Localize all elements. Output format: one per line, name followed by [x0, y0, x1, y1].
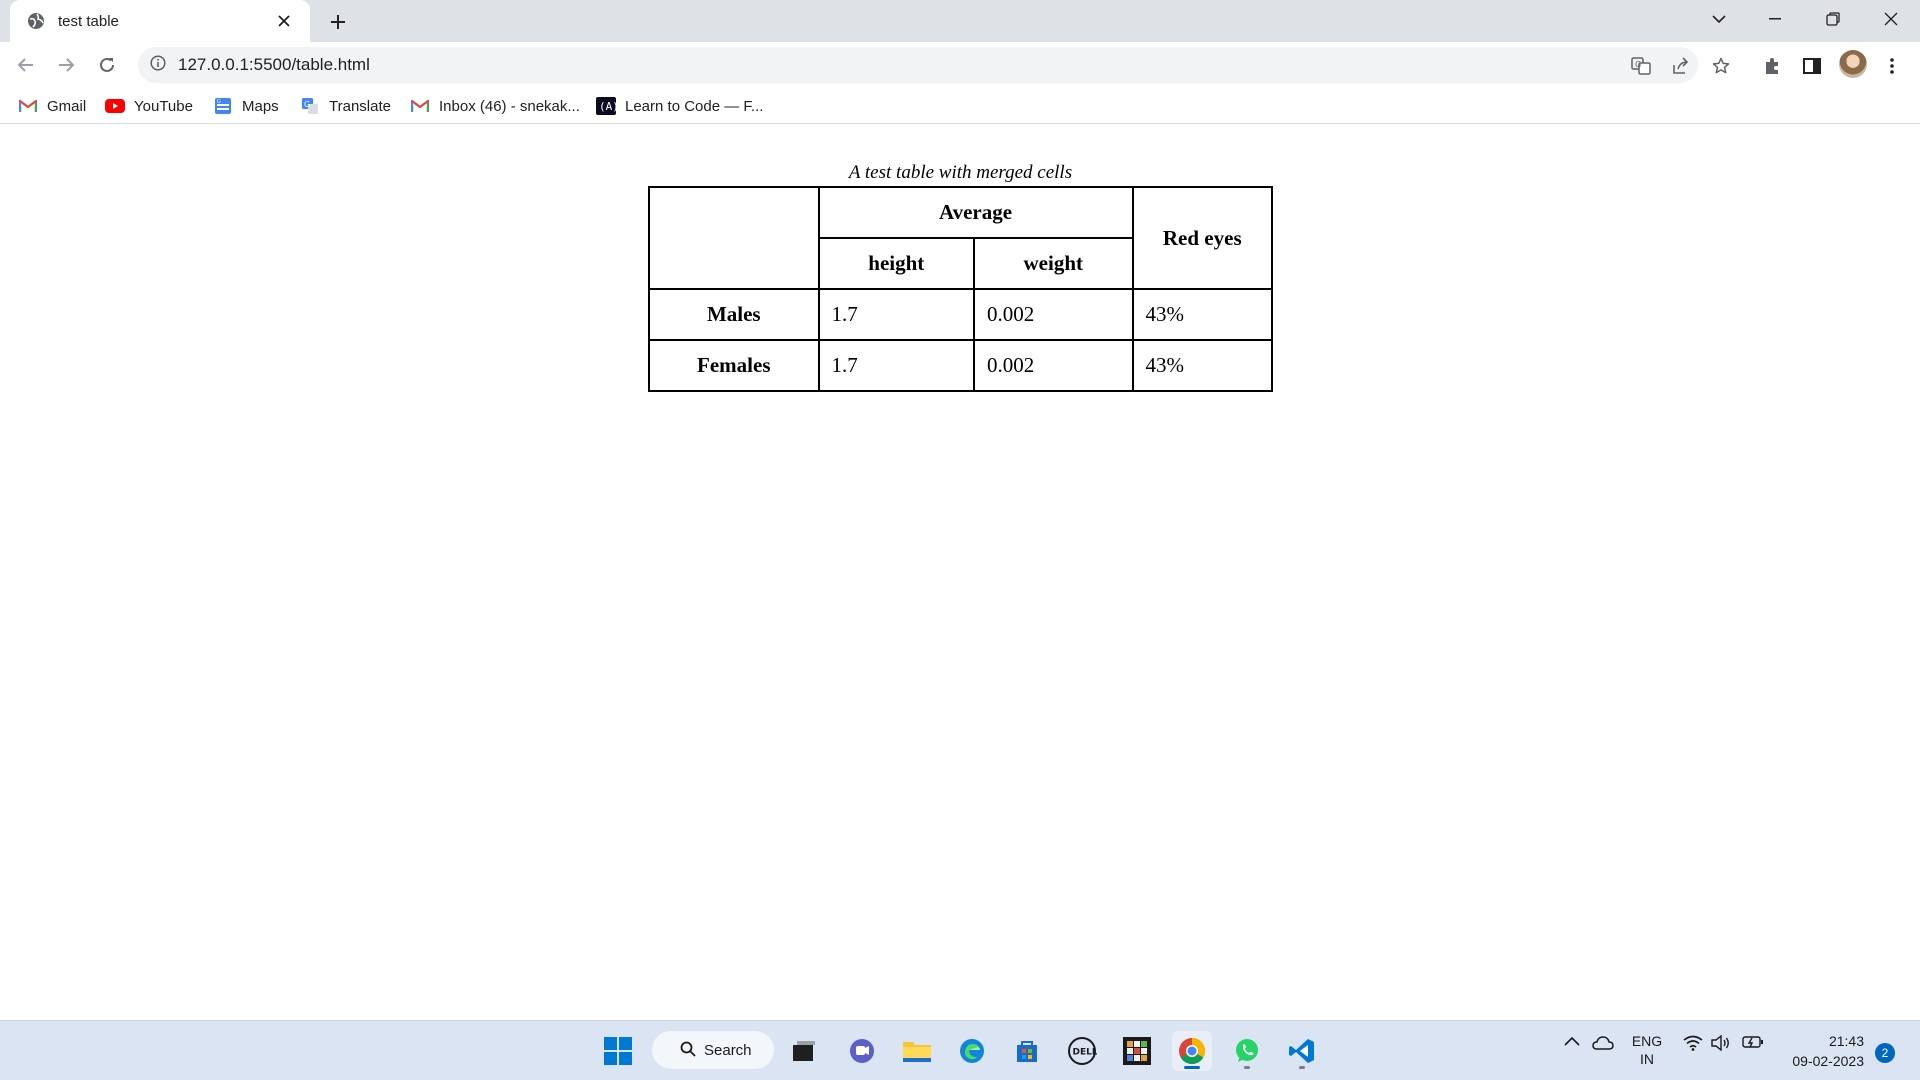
onedrive-cloud-icon[interactable]	[1592, 1035, 1614, 1051]
table-row: Females 1.7 0.002 43%	[648, 339, 1274, 392]
taskbar: Search DELL ENG IN 21:43 09-02-2023 2	[0, 1020, 1920, 1080]
row-header: Males	[648, 288, 820, 341]
translate-icon: G	[300, 97, 320, 115]
header-weight: weight	[973, 237, 1134, 290]
bookmark-star-icon[interactable]	[1710, 55, 1732, 77]
bookmark-label: Gmail	[47, 97, 87, 115]
test-table: A test table with merged cells Average R…	[648, 162, 1274, 392]
back-icon[interactable]	[10, 49, 42, 81]
svg-text:G: G	[1635, 60, 1641, 69]
language-indicator[interactable]: ENG IN	[1627, 1032, 1667, 1068]
address-bar[interactable]: 127.0.0.1:5500/table.html G	[138, 47, 1730, 83]
reload-icon[interactable]	[91, 49, 123, 81]
cell-weight: 0.002	[973, 339, 1134, 392]
bookmark-label: Inbox (46) - snekak...	[439, 97, 580, 115]
header-height: height	[817, 237, 976, 290]
chrome-icon[interactable]	[1172, 1031, 1212, 1071]
system-clock[interactable]: 21:43 09-02-2023	[1774, 1031, 1864, 1071]
bookmark-label: YouTube	[134, 97, 193, 115]
taskbar-search[interactable]: Search	[652, 1031, 774, 1069]
url-text: 127.0.0.1:5500/table.html	[178, 55, 370, 74]
table-caption: A test table with merged cells	[848, 162, 1073, 183]
cell-weight: 0.002	[973, 288, 1134, 341]
svg-text:G: G	[304, 100, 310, 109]
header-red-eyes: Red eyes	[1131, 186, 1274, 290]
row-header: Females	[648, 339, 820, 392]
task-view-icon[interactable]	[784, 1031, 824, 1071]
header-average: Average	[817, 186, 1134, 239]
share-icon[interactable]	[1670, 55, 1692, 77]
freecodecamp-icon: (A)	[596, 97, 616, 115]
profile-avatar[interactable]	[1839, 50, 1867, 78]
youtube-icon	[105, 97, 125, 115]
svg-text:(A): (A)	[599, 100, 616, 113]
menu-kebab-icon[interactable]	[1880, 54, 1904, 78]
page-content: A test table with merged cells Average R…	[0, 124, 1920, 1020]
empty-corner-cell	[648, 186, 820, 290]
gmail-icon	[18, 97, 38, 115]
battery-icon[interactable]	[1742, 1035, 1764, 1049]
windows-start-icon[interactable]	[598, 1031, 638, 1071]
forward-icon[interactable]	[50, 49, 82, 81]
teams-chat-icon[interactable]	[842, 1031, 882, 1071]
search-label: Search	[704, 1041, 752, 1059]
close-window-icon[interactable]	[1868, 0, 1914, 38]
search-icon	[680, 1041, 696, 1061]
svg-text:DELL: DELL	[1073, 1048, 1098, 1058]
gmail-icon	[410, 97, 430, 115]
bookmark-maps[interactable]: G Maps	[213, 93, 279, 119]
bookmark-gmail[interactable]: Gmail	[18, 93, 86, 119]
wifi-icon[interactable]	[1683, 1035, 1703, 1051]
show-hidden-icons-chevron-icon[interactable]	[1564, 1035, 1580, 1047]
table-row: Males 1.7 0.002 43%	[648, 288, 1274, 341]
active-app-indicator	[1184, 1066, 1200, 1069]
volume-icon[interactable]	[1711, 1035, 1731, 1051]
side-panel-icon[interactable]	[1800, 54, 1824, 78]
bookmark-label: Maps	[242, 97, 279, 115]
notification-badge[interactable]: 2	[1875, 1043, 1895, 1063]
bookmark-label: Learn to Code — F...	[625, 97, 764, 115]
edge-icon[interactable]	[952, 1031, 992, 1071]
region-code: IN	[1640, 1051, 1654, 1067]
running-app-indicator	[1299, 1066, 1305, 1069]
browser-tab[interactable]: test table	[10, 0, 310, 42]
language-code: ENG	[1631, 1033, 1663, 1049]
bookmarks-bar: Gmail YouTube G Maps G Translate Inbox (…	[0, 88, 1920, 124]
extensions-icon[interactable]	[1760, 54, 1784, 78]
dell-icon[interactable]: DELL	[1062, 1031, 1102, 1071]
app-grid-icon[interactable]	[1117, 1031, 1157, 1071]
tab-strip: test table	[0, 0, 1920, 42]
bookmark-label: Translate	[329, 97, 391, 115]
clock-date: 09-02-2023	[1792, 1053, 1864, 1069]
maps-icon: G	[213, 97, 233, 115]
cell-red-eyes: 43%	[1131, 288, 1274, 341]
new-tab-icon[interactable]	[324, 8, 352, 36]
bookmark-youtube[interactable]: YouTube	[105, 93, 193, 119]
cell-height: 1.7	[817, 288, 976, 341]
clock-time: 21:43	[1828, 1033, 1864, 1049]
bookmark-inbox[interactable]: Inbox (46) - snekak...	[410, 93, 580, 119]
tab-search-chevron-icon[interactable]	[1696, 0, 1742, 38]
translate-page-icon[interactable]: G	[1630, 55, 1652, 77]
bookmark-translate[interactable]: G Translate	[300, 93, 391, 119]
browser-toolbar: 127.0.0.1:5500/table.html G	[0, 42, 1920, 88]
file-explorer-icon[interactable]	[897, 1031, 937, 1071]
tab-title: test table	[58, 12, 119, 30]
svg-text:G: G	[217, 99, 221, 105]
close-tab-icon[interactable]	[272, 9, 296, 33]
whatsapp-icon[interactable]	[1227, 1031, 1267, 1071]
minimize-icon[interactable]	[1752, 0, 1798, 38]
restore-icon[interactable]	[1810, 0, 1856, 38]
site-info-icon[interactable]	[150, 54, 166, 76]
microsoft-store-icon[interactable]	[1007, 1031, 1047, 1071]
running-app-indicator	[1244, 1066, 1250, 1069]
cell-height: 1.7	[817, 339, 976, 392]
globe-icon	[26, 11, 46, 31]
bookmark-learn-to-code[interactable]: (A) Learn to Code — F...	[596, 93, 763, 119]
cell-red-eyes: 43%	[1131, 339, 1274, 392]
vscode-icon[interactable]	[1282, 1031, 1322, 1071]
